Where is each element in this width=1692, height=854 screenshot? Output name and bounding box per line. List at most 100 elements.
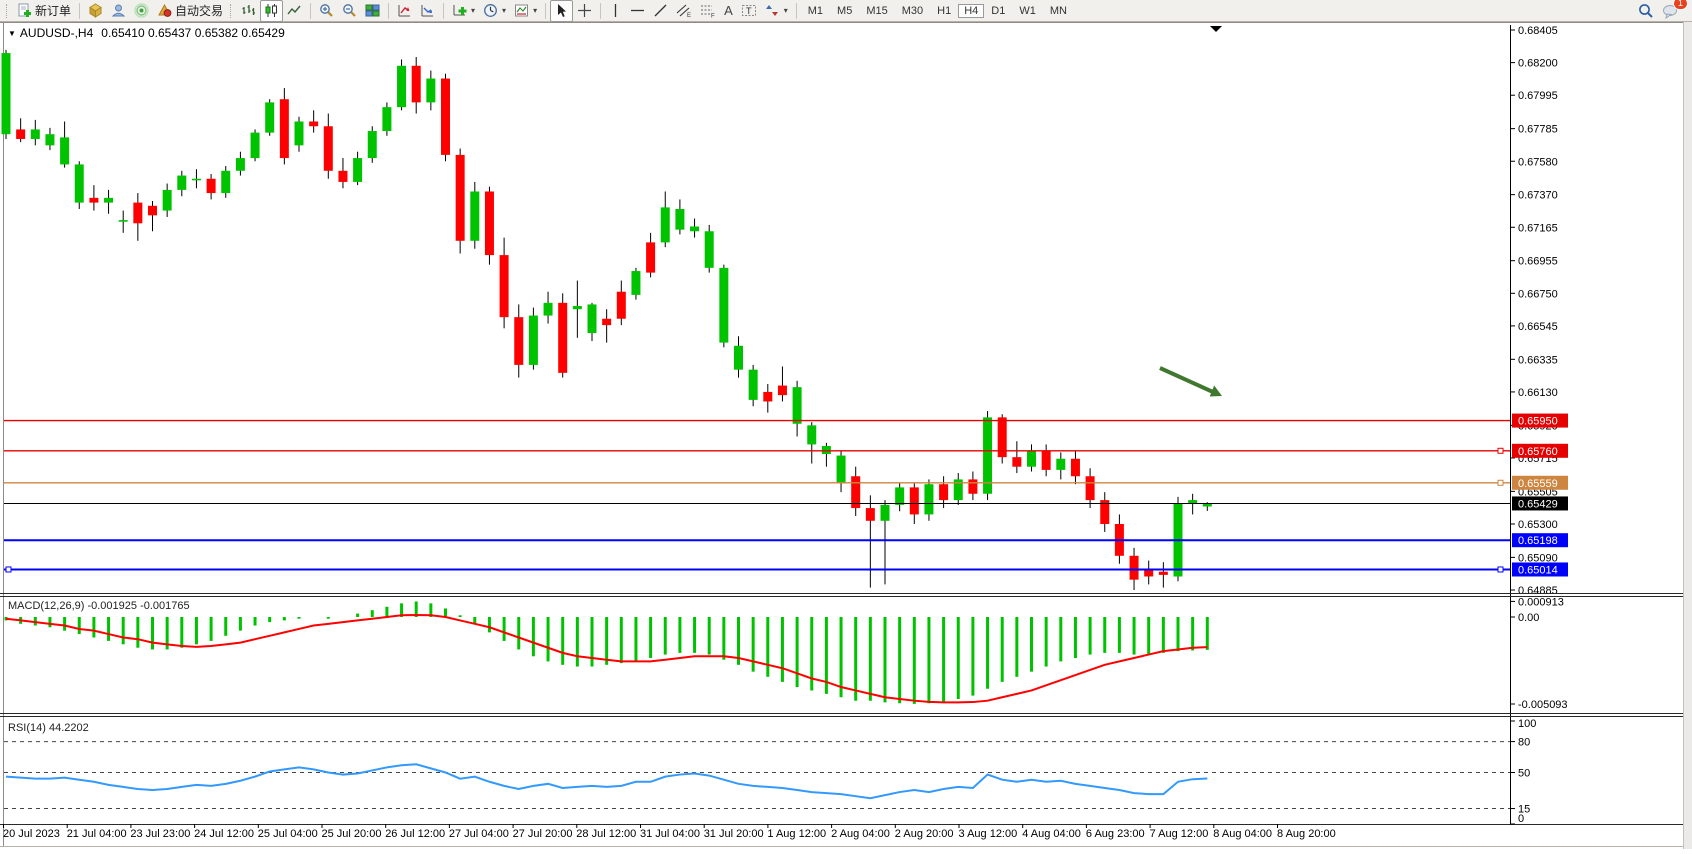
notification-badge: 1 bbox=[1673, 0, 1688, 10]
svg-text:0.66335: 0.66335 bbox=[1518, 354, 1558, 366]
template-button[interactable]: ▾ bbox=[510, 0, 541, 22]
svg-text:28 Jul 12:00: 28 Jul 12:00 bbox=[576, 828, 636, 840]
autotrading-button[interactable]: 自动交易 bbox=[153, 0, 227, 22]
toolbar-separator bbox=[310, 3, 311, 19]
channel-button[interactable]: E bbox=[672, 0, 696, 22]
new-order-icon bbox=[17, 3, 32, 18]
svg-text:0.000913: 0.000913 bbox=[1518, 596, 1564, 608]
svg-text:0.66130: 0.66130 bbox=[1518, 387, 1558, 399]
svg-text:20 Jul 2023: 20 Jul 2023 bbox=[3, 828, 60, 840]
tab-timeframe-w1[interactable]: W1 bbox=[1012, 3, 1043, 19]
candlestick-chart-button[interactable] bbox=[260, 0, 283, 22]
main-toolbar: 新订单 自动交易 bbox=[0, 0, 1692, 22]
horizontal-line-button[interactable] bbox=[626, 0, 649, 22]
new-order-button[interactable]: 新订单 bbox=[13, 0, 75, 22]
trade-levels-down-button[interactable] bbox=[416, 0, 439, 22]
line-chart-icon bbox=[287, 3, 302, 18]
signal-icon bbox=[134, 3, 149, 18]
svg-text:0.65950: 0.65950 bbox=[1518, 416, 1558, 428]
svg-text:1 Aug 12:00: 1 Aug 12:00 bbox=[767, 828, 826, 840]
svg-text:0.65014: 0.65014 bbox=[1518, 564, 1558, 576]
search-button[interactable] bbox=[1634, 0, 1658, 22]
bar-chart-button[interactable] bbox=[237, 0, 260, 22]
toolbar-grip bbox=[6, 4, 10, 18]
tab-timeframe-m30[interactable]: M30 bbox=[895, 3, 930, 19]
fibonacci-button[interactable]: F bbox=[696, 0, 720, 22]
tab-timeframe-mn[interactable]: MN bbox=[1043, 3, 1074, 19]
chevron-down-icon: ▾ bbox=[784, 6, 788, 15]
trade-levels-down-icon bbox=[420, 3, 435, 18]
svg-text:26 Jul 12:00: 26 Jul 12:00 bbox=[385, 828, 445, 840]
svg-text:0: 0 bbox=[1518, 813, 1524, 825]
cursor-icon bbox=[554, 3, 569, 18]
vertical-line-button[interactable] bbox=[605, 0, 626, 22]
tab-timeframe-m15[interactable]: M15 bbox=[859, 3, 894, 19]
toolbar-separator bbox=[388, 3, 389, 19]
tab-timeframe-m1[interactable]: M1 bbox=[801, 3, 830, 19]
zoom-in-button[interactable] bbox=[315, 0, 338, 22]
svg-text:0.65559: 0.65559 bbox=[1518, 478, 1558, 490]
signal-button[interactable] bbox=[130, 0, 153, 22]
svg-text:0.66955: 0.66955 bbox=[1518, 256, 1558, 268]
chat-button[interactable]: 1 bbox=[1658, 0, 1683, 22]
svg-text:0.66545: 0.66545 bbox=[1518, 321, 1558, 333]
label-button[interactable]: T bbox=[737, 0, 761, 22]
tab-timeframe-h4[interactable]: H4 bbox=[958, 4, 984, 18]
svg-text:0.67785: 0.67785 bbox=[1518, 124, 1558, 136]
add-indicator-icon bbox=[452, 3, 467, 18]
svg-text:80: 80 bbox=[1518, 737, 1530, 749]
svg-text:RSI(14) 44.2202: RSI(14) 44.2202 bbox=[8, 722, 89, 734]
add-indicator-button[interactable]: ▾ bbox=[448, 0, 479, 22]
tab-timeframe-m5[interactable]: M5 bbox=[830, 3, 859, 19]
tab-timeframe-d1[interactable]: D1 bbox=[984, 3, 1012, 19]
toolbar-separator bbox=[79, 3, 80, 19]
tile-windows-button[interactable] bbox=[361, 0, 384, 22]
price-chart-svg: 0.684050.682000.679950.677850.675800.673… bbox=[0, 0, 1692, 849]
svg-text:-0.005093: -0.005093 bbox=[1518, 699, 1568, 711]
line-chart-button[interactable] bbox=[283, 0, 306, 22]
svg-text:31 Jul 20:00: 31 Jul 20:00 bbox=[704, 828, 764, 840]
symbol-timeframe-label: AUDUSD-,H4 bbox=[20, 26, 93, 40]
svg-text:27 Jul 20:00: 27 Jul 20:00 bbox=[513, 828, 573, 840]
profile-icon bbox=[111, 3, 126, 18]
svg-text:2 Aug 04:00: 2 Aug 04:00 bbox=[831, 828, 890, 840]
zoom-in-icon bbox=[319, 3, 334, 18]
period-button[interactable]: ▾ bbox=[479, 0, 510, 22]
new-order-label: 新订单 bbox=[35, 2, 71, 19]
crosshair-button[interactable] bbox=[573, 0, 596, 22]
candlestick-chart-icon bbox=[264, 3, 279, 18]
search-icon bbox=[1638, 3, 1654, 19]
label-icon: T bbox=[741, 3, 757, 18]
period-clock-icon bbox=[483, 3, 498, 18]
svg-text:0.68405: 0.68405 bbox=[1518, 25, 1558, 37]
profile-button[interactable] bbox=[107, 0, 130, 22]
box-button[interactable] bbox=[84, 0, 107, 22]
chart-area[interactable]: 0.684050.682000.679950.677850.675800.673… bbox=[0, 0, 1692, 849]
cursor-button[interactable] bbox=[550, 0, 573, 22]
text-button[interactable]: A bbox=[720, 0, 737, 22]
chevron-down-icon: ▾ bbox=[533, 6, 537, 15]
arrows-icon bbox=[765, 3, 780, 18]
fibonacci-icon: F bbox=[700, 3, 716, 18]
toolbar-grip bbox=[230, 4, 234, 18]
horizontal-line-icon bbox=[630, 3, 645, 18]
window-edge-scrollbar[interactable] bbox=[1683, 22, 1692, 849]
toolbar-separator bbox=[600, 3, 601, 19]
chevron-down-icon: ▾ bbox=[471, 6, 475, 15]
svg-text:F: F bbox=[711, 14, 715, 19]
svg-text:100: 100 bbox=[1518, 718, 1536, 730]
channel-icon: E bbox=[676, 3, 692, 18]
zoom-out-button[interactable] bbox=[338, 0, 361, 22]
tab-timeframe-h1[interactable]: H1 bbox=[930, 3, 958, 19]
trade-levels-up-button[interactable] bbox=[393, 0, 416, 22]
svg-text:0.66750: 0.66750 bbox=[1518, 288, 1558, 300]
trendline-button[interactable] bbox=[649, 0, 672, 22]
svg-text:0.68200: 0.68200 bbox=[1518, 58, 1558, 70]
autotrading-label: 自动交易 bbox=[175, 2, 223, 19]
arrows-button[interactable]: ▾ bbox=[761, 0, 792, 22]
svg-text:6 Aug 23:00: 6 Aug 23:00 bbox=[1086, 828, 1145, 840]
template-icon bbox=[514, 3, 529, 18]
chevron-down-icon: ▾ bbox=[502, 6, 506, 15]
svg-text:8 Aug 04:00: 8 Aug 04:00 bbox=[1213, 828, 1272, 840]
svg-text:25 Jul 20:00: 25 Jul 20:00 bbox=[322, 828, 382, 840]
